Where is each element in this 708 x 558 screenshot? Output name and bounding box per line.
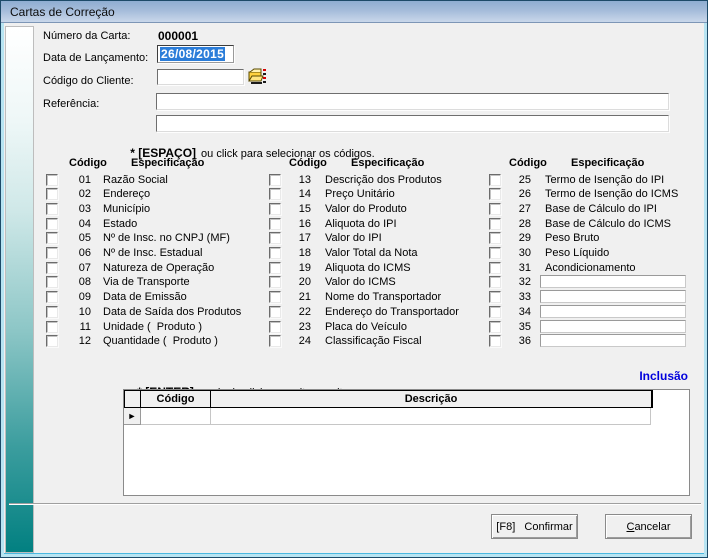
code-number: 26	[509, 188, 531, 200]
custom-spec-input-35[interactable]	[540, 320, 686, 333]
cancelar-button-label-initial: C	[626, 521, 634, 533]
grid-row-indicator-cell: ►	[124, 408, 141, 425]
code-number: 25	[509, 174, 531, 186]
code-checkbox-26[interactable]	[489, 188, 501, 200]
grid-cell-codigo[interactable]	[141, 408, 211, 425]
code-label: Acondicionamento	[545, 262, 636, 274]
code-checkbox-32[interactable]	[489, 276, 501, 288]
col3-codigo-header: Código	[509, 157, 547, 169]
titlebar[interactable]: Cartas de Correção	[1, 1, 707, 23]
code-number: 31	[509, 262, 531, 274]
code-number: 33	[509, 291, 531, 303]
code-checkbox-25[interactable]	[489, 174, 501, 186]
codigo-cliente-label: Código do Cliente:	[43, 75, 134, 87]
code-checkbox-29[interactable]	[489, 232, 501, 244]
code-row-26: 26 Termo de Isenção do ICMS	[1, 188, 707, 202]
code-checkbox-30[interactable]	[489, 247, 501, 259]
code-number: 29	[509, 232, 531, 244]
code-checkbox-31[interactable]	[489, 262, 501, 274]
code-number: 34	[509, 306, 531, 318]
code-row-35: 35	[1, 321, 707, 335]
numero-carta-label: Número da Carta:	[43, 30, 130, 42]
code-row-27: 27 Base de Cálculo do IPI	[1, 203, 707, 217]
code-row-28: 28 Base de Cálculo do ICMS	[1, 218, 707, 232]
cancelar-button[interactable]: Cancelar	[605, 514, 692, 539]
code-number: 28	[509, 218, 531, 230]
code-row-31: 31 Acondicionamento	[1, 262, 707, 276]
grid-data-row[interactable]: ►	[124, 408, 651, 425]
code-number: 32	[509, 276, 531, 288]
code-row-29: 29 Peso Bruto	[1, 232, 707, 246]
code-row-30: 30 Peso Líquido	[1, 247, 707, 261]
code-row-34: 34	[1, 306, 707, 320]
code-checkbox-35[interactable]	[489, 321, 501, 333]
code-row-36: 36	[1, 335, 707, 349]
custom-spec-input-36[interactable]	[540, 334, 686, 347]
espaco-hint-text: ou click para selecionar os códigos.	[201, 148, 375, 160]
code-row-33: 33	[1, 291, 707, 305]
confirmar-button[interactable]: [F8] Confirmar	[491, 514, 578, 539]
code-number: 27	[509, 203, 531, 215]
code-label: Peso Bruto	[545, 232, 599, 244]
window-title: Cartas de Correção	[10, 5, 115, 19]
code-checkbox-34[interactable]	[489, 306, 501, 318]
data-lancamento-selected-text: 26/08/2015	[160, 47, 225, 61]
footer-divider	[9, 503, 701, 505]
col3-especificacao-header: Especificação	[571, 157, 644, 169]
code-number: 35	[509, 321, 531, 333]
col2-codigo-header: Código	[289, 157, 327, 169]
custom-spec-input-34[interactable]	[540, 305, 686, 318]
code-row-32: 32	[1, 276, 707, 290]
data-lancamento-input[interactable]: 26/08/2015	[157, 45, 234, 63]
code-label: Base de Cálculo do ICMS	[545, 218, 671, 230]
cancelar-button-label-rest: ancelar	[634, 521, 670, 533]
code-number: 36	[509, 335, 531, 347]
referencia-input-1[interactable]	[156, 93, 669, 110]
row-indicator-icon: ►	[128, 411, 137, 421]
grid-cell-descricao[interactable]	[211, 408, 651, 425]
code-checkbox-33[interactable]	[489, 291, 501, 303]
col2-especificacao-header: Especificação	[351, 157, 424, 169]
codigo-cliente-input[interactable]	[157, 69, 244, 85]
code-number: 30	[509, 247, 531, 259]
referencia-input-2[interactable]	[156, 115, 669, 132]
code-label: Peso Líquido	[545, 247, 609, 259]
grid-header-row: Código Descrição	[124, 390, 653, 408]
code-label: Base de Cálculo do IPI	[545, 203, 657, 215]
code-checkbox-36[interactable]	[489, 335, 501, 347]
data-lancamento-label: Data de Lançamento:	[43, 52, 148, 64]
col1-codigo-header: Código	[69, 157, 107, 169]
code-label: Termo de Isenção do ICMS	[545, 188, 678, 200]
items-grid[interactable]: Código Descrição ►	[123, 389, 690, 496]
code-checkbox-28[interactable]	[489, 218, 501, 230]
code-checkbox-27[interactable]	[489, 203, 501, 215]
grid-header-codigo: Código	[141, 391, 211, 407]
custom-spec-input-33[interactable]	[540, 290, 686, 303]
confirmar-button-label: [F8] Confirmar	[496, 521, 572, 533]
col1-especificacao-header: Especificação	[131, 157, 204, 169]
grid-header-indicator	[125, 391, 141, 407]
referencia-label: Referência:	[43, 98, 99, 110]
numero-carta-value: 000001	[158, 29, 198, 43]
lookup-icon	[248, 67, 267, 86]
custom-spec-input-32[interactable]	[540, 275, 686, 288]
code-label: Termo de Isenção do IPI	[545, 174, 664, 186]
code-row-25: 25 Termo de Isenção do IPI	[1, 174, 707, 188]
mode-status-label: Inclusão	[639, 369, 688, 383]
cliente-lookup-button[interactable]	[248, 67, 267, 86]
cartas-de-correcao-window: Cartas de Correção Número da Carta: 0000…	[0, 0, 708, 558]
grid-header-descricao: Descrição	[211, 391, 652, 407]
